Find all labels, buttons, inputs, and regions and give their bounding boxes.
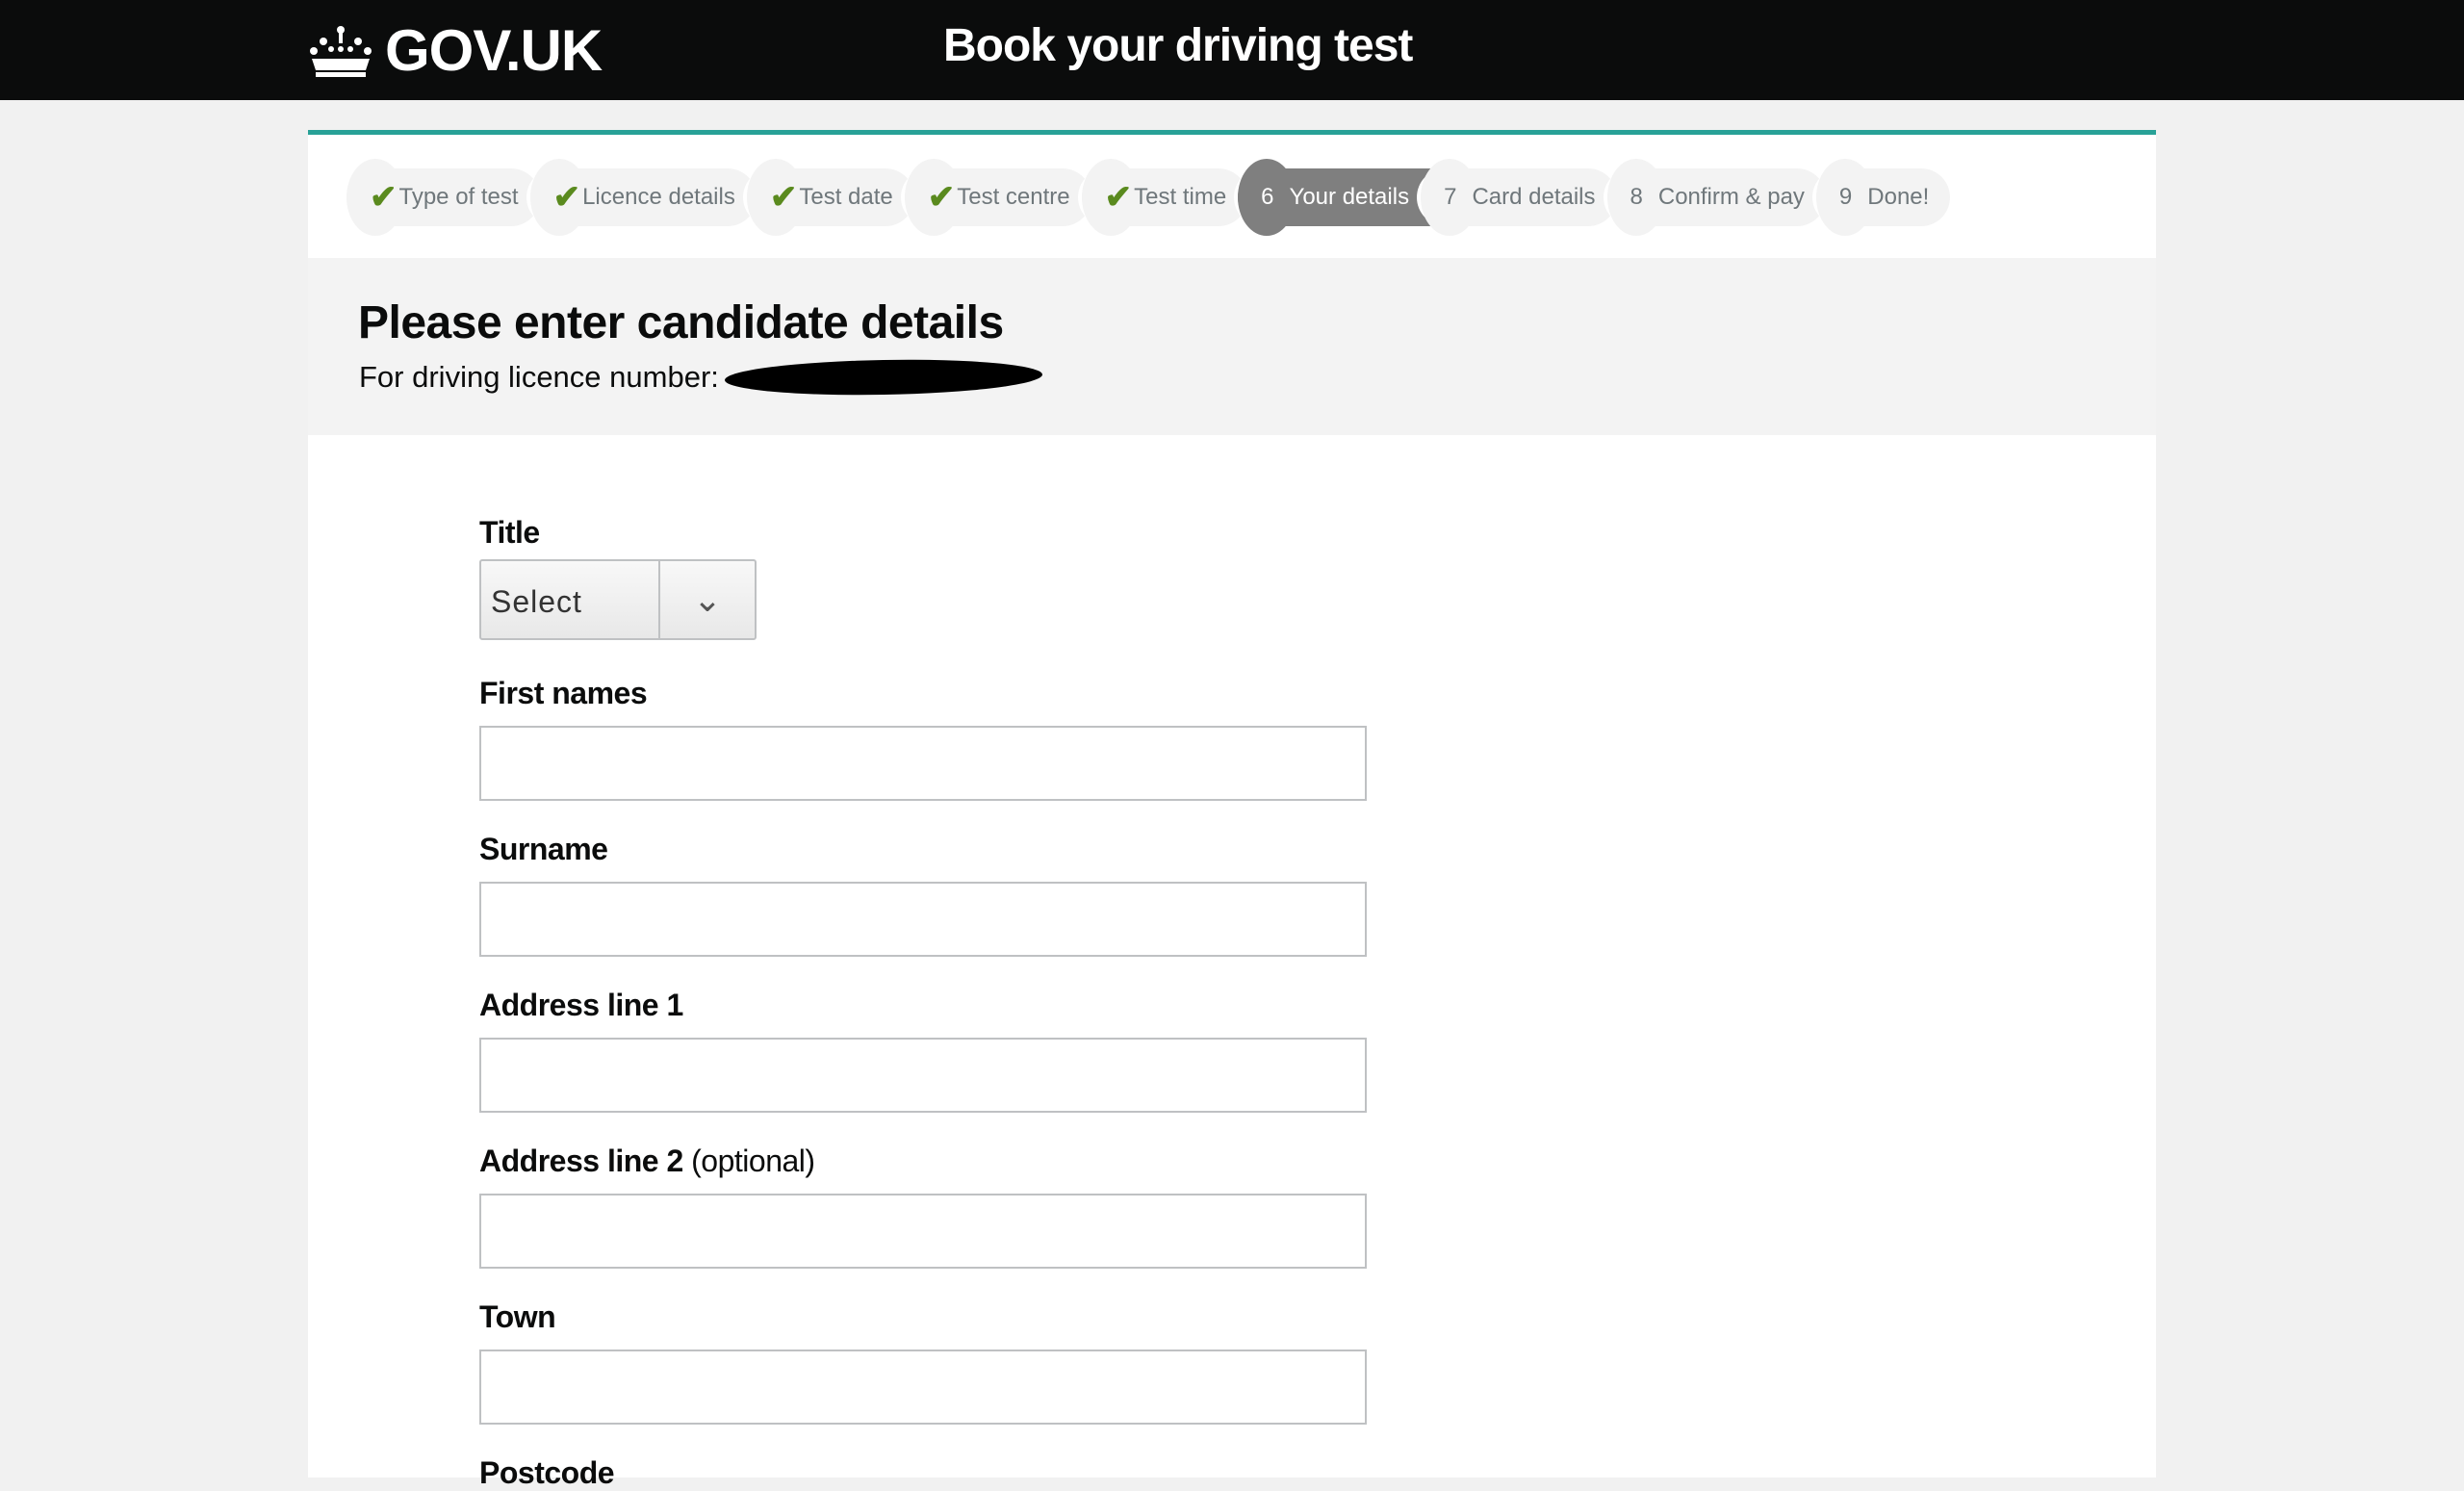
- step-number: 8: [1630, 184, 1643, 210]
- step-label: Your details: [1289, 184, 1410, 210]
- check-icon: ✔: [927, 179, 956, 216]
- step-label: Test date: [799, 184, 893, 210]
- step-label: Card details: [1472, 184, 1596, 210]
- licence-number-line: For driving licence number:: [359, 357, 1043, 398]
- town-input[interactable]: [479, 1350, 1367, 1425]
- check-icon: ✔: [370, 179, 398, 216]
- first-names-label: First names: [479, 676, 648, 710]
- main-container: ✔ Type of test ✔ Licence details ✔ Test dat…: [308, 130, 2156, 1490]
- address1-label: Address line 1: [479, 988, 683, 1022]
- first-names-input[interactable]: [479, 726, 1367, 801]
- title-select[interactable]: Select ⌄: [479, 559, 757, 640]
- address2-input[interactable]: [479, 1194, 1367, 1269]
- step-your-details: 6 Your details: [1238, 159, 1431, 236]
- town-label: Town: [479, 1299, 556, 1334]
- chevron-down-icon: ⌄: [658, 561, 755, 638]
- step-licence-details[interactable]: ✔ Licence details: [529, 159, 757, 236]
- address1-field: Address line 1: [479, 988, 1367, 1113]
- page-title: Please enter candidate details: [358, 297, 1004, 348]
- step-number: 6: [1261, 184, 1274, 210]
- first-names-field: First names: [479, 676, 1367, 801]
- service-name[interactable]: Book your driving test: [943, 19, 1413, 72]
- step-done: 9 Done!: [1815, 159, 1951, 236]
- redacted-licence-number: [724, 357, 1043, 398]
- subtitle: For driving licence number:: [359, 360, 719, 394]
- postcode-field: Postcode: [479, 1455, 615, 1491]
- check-icon: ✔: [552, 179, 581, 216]
- step-type-of-test[interactable]: ✔ Type of test: [346, 159, 540, 236]
- heading-section: Please enter candidate details For drivi…: [308, 258, 2156, 435]
- title-field: Title Select ⌄: [479, 515, 757, 640]
- step-confirm-pay: 8 Confirm & pay: [1606, 159, 1826, 236]
- step-label: Test time: [1134, 184, 1227, 210]
- step-number: 9: [1838, 184, 1853, 210]
- address1-input[interactable]: [479, 1038, 1367, 1113]
- postcode-label: Postcode: [479, 1455, 615, 1490]
- progress-steps: ✔ Type of test ✔ Licence details ✔ Test dat…: [346, 159, 1951, 236]
- surname-label: Surname: [479, 832, 608, 866]
- surname-input[interactable]: [479, 882, 1367, 957]
- crown-icon: [310, 25, 372, 77]
- govuk-logo[interactable]: GOV.UK: [308, 17, 603, 84]
- step-label: Type of test: [398, 184, 519, 210]
- step-label: Confirm & pay: [1657, 184, 1805, 210]
- address2-label-text: Address line 2: [479, 1144, 683, 1178]
- check-icon: ✔: [769, 179, 798, 216]
- check-icon: ✔: [1104, 179, 1133, 216]
- step-test-date[interactable]: ✔ Test date: [746, 159, 914, 236]
- title-select-value: Select: [491, 584, 582, 619]
- step-label: Licence details: [582, 184, 735, 210]
- surname-field: Surname: [479, 832, 1367, 957]
- step-test-time[interactable]: ✔ Test time: [1081, 159, 1248, 236]
- address2-label: Address line 2 (optional): [479, 1144, 815, 1179]
- step-label: Done!: [1867, 184, 1930, 210]
- title-label: Title: [479, 515, 540, 550]
- town-field: Town: [479, 1299, 1367, 1425]
- step-number: 7: [1444, 184, 1457, 210]
- logo-text: GOV.UK: [385, 18, 603, 83]
- address2-field: Address line 2 (optional): [479, 1144, 1367, 1269]
- optional-hint: (optional): [691, 1144, 815, 1178]
- step-card-details: 7 Card details: [1421, 159, 1617, 236]
- step-label: Test centre: [957, 184, 1070, 210]
- step-test-centre[interactable]: ✔ Test centre: [904, 159, 1091, 236]
- header: GOV.UK Book your driving test: [0, 0, 2464, 100]
